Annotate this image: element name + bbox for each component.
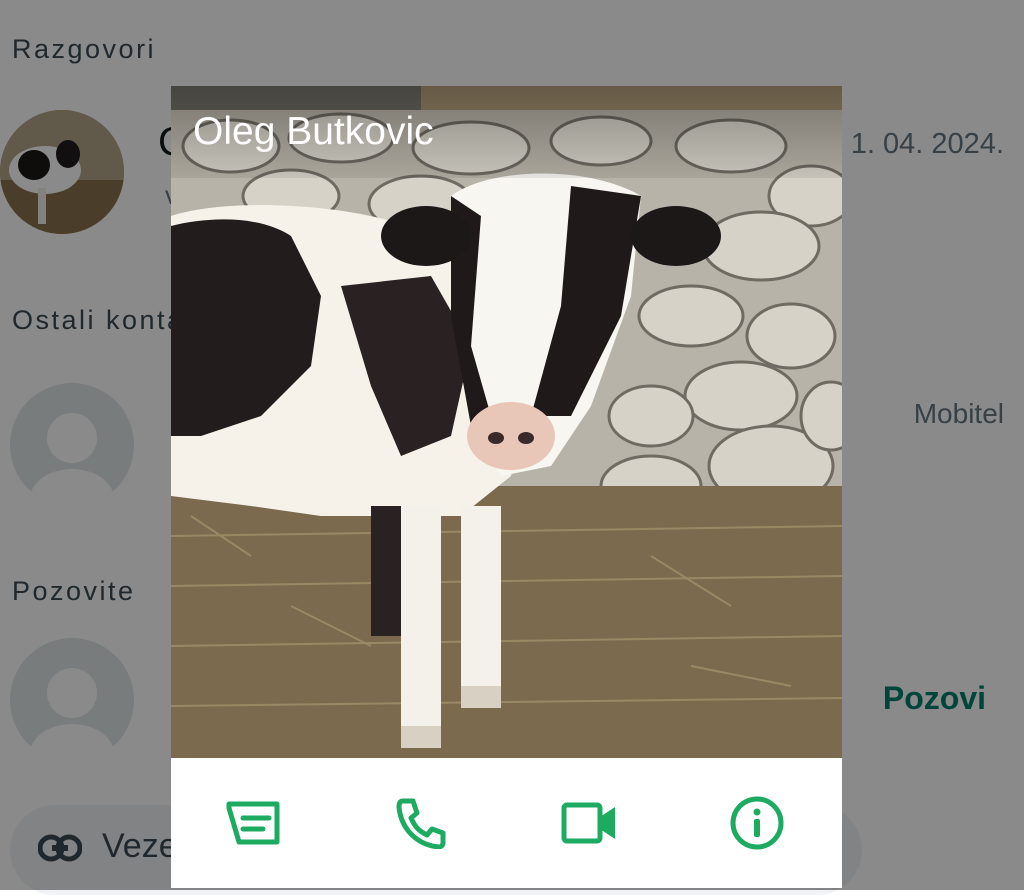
profile-photo[interactable]: Oleg Butkovic — [171, 86, 842, 758]
info-button[interactable] — [722, 788, 792, 858]
message-icon — [226, 801, 280, 845]
contact-name[interactable]: Oleg Butkovic — [193, 110, 434, 154]
message-button[interactable] — [219, 788, 289, 858]
name-bar: Oleg Butkovic — [171, 86, 842, 178]
call-icon — [396, 798, 446, 849]
action-bar — [171, 758, 842, 888]
video-call-button[interactable] — [555, 788, 625, 858]
contact-profile-popup: Oleg Butkovic — [171, 86, 842, 888]
call-button[interactable] — [386, 788, 456, 858]
info-icon — [730, 796, 784, 850]
video-call-icon — [561, 802, 615, 844]
